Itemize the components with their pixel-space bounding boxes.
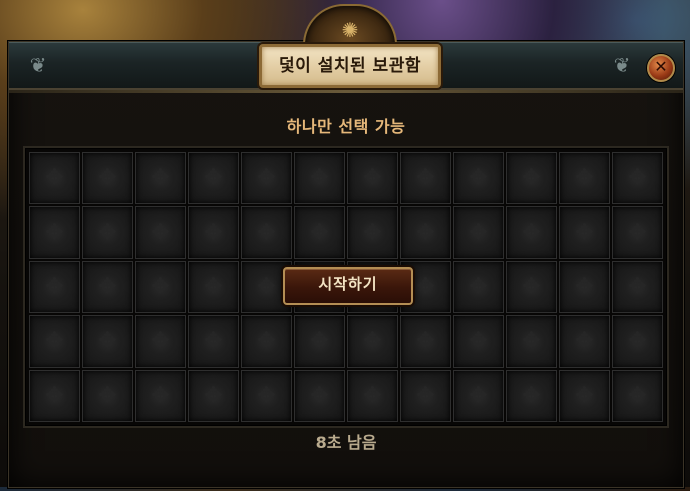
grid-slot[interactable] bbox=[294, 206, 345, 259]
grid-slot[interactable] bbox=[453, 315, 504, 368]
grid-slot[interactable] bbox=[506, 260, 557, 314]
grid-slot[interactable] bbox=[400, 152, 451, 205]
grid-slot[interactable] bbox=[29, 369, 80, 422]
grid-slot[interactable] bbox=[294, 369, 345, 422]
grid-slot[interactable] bbox=[347, 206, 398, 259]
grid-slot[interactable] bbox=[188, 369, 239, 422]
grid-slot[interactable] bbox=[506, 369, 557, 422]
ornament-icon: ❦ bbox=[613, 53, 631, 77]
grid-slot[interactable] bbox=[294, 152, 345, 205]
grid-slot[interactable] bbox=[453, 260, 504, 314]
grid-slot[interactable] bbox=[453, 152, 504, 205]
grid-slot[interactable] bbox=[559, 315, 610, 368]
grid-slot[interactable] bbox=[400, 369, 451, 422]
grid-slot[interactable] bbox=[506, 315, 557, 368]
grid-slot[interactable] bbox=[135, 315, 186, 368]
grid-slot[interactable] bbox=[29, 315, 80, 368]
grid-slot[interactable] bbox=[188, 315, 239, 368]
start-button[interactable]: 시작하기 bbox=[283, 267, 413, 305]
grid-slot[interactable] bbox=[612, 260, 663, 314]
crest-icon: ✺ bbox=[341, 18, 359, 42]
grid-slot[interactable] bbox=[29, 260, 80, 314]
grid-slot[interactable] bbox=[506, 152, 557, 205]
grid-slot[interactable] bbox=[612, 369, 663, 422]
grid-slot[interactable] bbox=[241, 369, 292, 422]
grid-slot[interactable] bbox=[453, 369, 504, 422]
grid-slot[interactable] bbox=[559, 152, 610, 205]
grid-slot[interactable] bbox=[29, 206, 80, 259]
grid-slot[interactable] bbox=[241, 152, 292, 205]
close-button[interactable]: ✕ bbox=[647, 54, 675, 82]
grid-slot[interactable] bbox=[294, 315, 345, 368]
grid-slot[interactable] bbox=[82, 260, 133, 314]
grid-slot[interactable] bbox=[135, 369, 186, 422]
grid-slot[interactable] bbox=[188, 206, 239, 259]
grid-slot[interactable] bbox=[241, 206, 292, 259]
grid-slot[interactable] bbox=[400, 315, 451, 368]
selection-hint: 하나만 선택 가능 bbox=[286, 117, 406, 136]
grid-slot[interactable] bbox=[559, 369, 610, 422]
countdown-timer: 8초 남음 bbox=[315, 433, 377, 452]
grid-slot[interactable] bbox=[347, 369, 398, 422]
grid-slot[interactable] bbox=[506, 206, 557, 259]
grid-slot[interactable] bbox=[453, 206, 504, 259]
grid-slot[interactable] bbox=[188, 152, 239, 205]
ornament-icon: ❦ bbox=[29, 53, 47, 77]
grid-slot[interactable] bbox=[135, 206, 186, 259]
grid-slot[interactable] bbox=[241, 315, 292, 368]
grid-slot[interactable] bbox=[559, 260, 610, 314]
grid-slot[interactable] bbox=[29, 152, 80, 205]
title-emblem: ✺ 덫이 설치된 보관함 bbox=[253, 4, 443, 98]
grid-slot[interactable] bbox=[188, 260, 239, 314]
grid-slot[interactable] bbox=[347, 315, 398, 368]
grid-slot[interactable] bbox=[135, 260, 186, 314]
grid-slot[interactable] bbox=[135, 152, 186, 205]
grid-slot[interactable] bbox=[612, 206, 663, 259]
grid-slot[interactable] bbox=[612, 152, 663, 205]
grid-slot[interactable] bbox=[82, 315, 133, 368]
grid-slot[interactable] bbox=[559, 206, 610, 259]
grid-slot[interactable] bbox=[400, 206, 451, 259]
trapped-chest-window: ❦ ❦ ✕ ✺ 덫이 설치된 보관함 하나만 선택 가능 시작하기 8초 남음 bbox=[8, 4, 684, 488]
grid-slot[interactable] bbox=[82, 206, 133, 259]
grid-slot[interactable] bbox=[612, 315, 663, 368]
grid-slot[interactable] bbox=[347, 152, 398, 205]
grid-slot[interactable] bbox=[82, 152, 133, 205]
close-icon: ✕ bbox=[654, 57, 668, 76]
window-title: 덫이 설치된 보관함 bbox=[259, 44, 441, 88]
grid-slot[interactable] bbox=[82, 369, 133, 422]
